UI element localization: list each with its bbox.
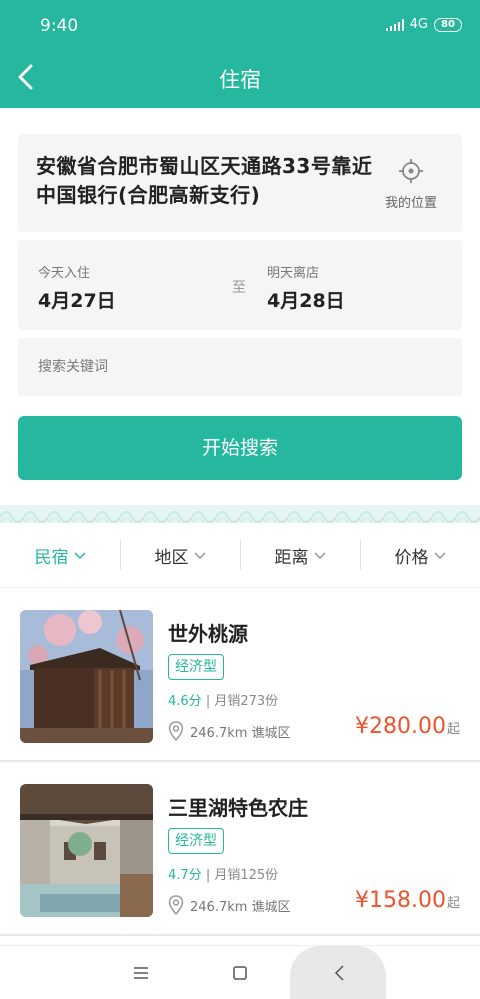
chevron-down-icon	[313, 551, 326, 559]
rating-score: 4.7分	[168, 868, 202, 883]
chevron-down-icon	[73, 551, 86, 559]
hotel-photo	[20, 784, 153, 917]
hotel-list-item[interactable]: 三里湖特色农庄 经济型 4.7分 | 月销125份 246.7km 谯城区 ¥1…	[0, 764, 480, 936]
distance-text: 246.7km 谯城区	[190, 725, 291, 741]
checkin-date[interactable]: 4月27日	[38, 286, 116, 313]
battery-icon: 80	[434, 17, 462, 32]
hotel-list-item[interactable]: 世外桃源 经济型 4.6分 | 月销273份 246.7km 谯城区 ¥280.…	[0, 590, 480, 762]
distance-text: 246.7km 谯城区	[190, 899, 291, 915]
hotel-photo	[20, 610, 153, 743]
checkin-label: 今天入住	[38, 266, 91, 281]
hotel-rating: 4.6分 | 月销273份	[168, 690, 278, 709]
hotel-type-tag: 经济型	[168, 654, 224, 680]
square-icon[interactable]	[225, 958, 255, 988]
location-text: 安徽省合肥市蜀山区天通路33号靠近中国银行(合肥高新支行)	[36, 154, 373, 207]
map-pin-icon	[168, 721, 184, 741]
system-navigation-bar	[0, 945, 480, 999]
start-search-button[interactable]: 开始搜索	[18, 416, 462, 480]
status-indicators: 4G 80	[385, 17, 462, 32]
chevron-left-icon[interactable]	[325, 958, 355, 988]
checkout-date[interactable]: 4月28日	[267, 286, 345, 313]
filter-label: 价格	[394, 548, 429, 568]
page-title: 住宿	[219, 68, 261, 92]
network-type: 4G	[409, 17, 428, 32]
lodging-page: 9:40 4G 80 住宿 安徽省合肥市蜀山区天通路33号靠近中国银行(合肥高新…	[0, 0, 480, 999]
filter-price[interactable]: 价格	[360, 524, 480, 587]
hotel-type-tag: 经济型	[168, 828, 224, 854]
date-separator: 至	[232, 280, 246, 296]
crosshair-icon	[399, 159, 423, 183]
monthly-sales: | 月销125份	[201, 868, 279, 883]
date-selector[interactable]: 今天入住 4月27日 至 明天离店 4月28日	[18, 240, 462, 330]
hotel-name: 世外桃源	[168, 622, 248, 646]
price-suffix: 起	[446, 896, 460, 911]
filter-homestay[interactable]: 民宿	[0, 524, 120, 587]
monthly-sales: | 月销273份	[201, 694, 279, 709]
filter-label: 地区	[154, 548, 189, 568]
filter-label: 民宿	[34, 548, 69, 568]
chevron-down-icon	[193, 551, 206, 559]
status-time: 9:40	[40, 16, 79, 36]
map-pin-icon	[168, 895, 184, 915]
hotel-price: ¥280.00起	[355, 714, 460, 739]
price-suffix: 起	[446, 722, 460, 737]
filter-bar: 民宿 地区 距离 价格	[0, 524, 480, 588]
rating-score: 4.6分	[168, 694, 202, 709]
hotel-name: 三里湖特色农庄	[168, 796, 308, 820]
app-header: 9:40 4G 80 住宿	[0, 0, 480, 108]
price-value: ¥280.00	[355, 714, 446, 739]
hotel-price: ¥158.00起	[355, 888, 460, 913]
checkout-label: 明天离店	[267, 266, 320, 281]
filter-region[interactable]: 地区	[120, 524, 240, 587]
chevron-down-icon	[433, 551, 446, 559]
decorative-wave-divider	[0, 505, 480, 523]
hotel-distance: 246.7km 谯城区	[168, 721, 291, 741]
location-selector[interactable]: 安徽省合肥市蜀山区天通路33号靠近中国银行(合肥高新支行) 我的位置	[18, 134, 462, 232]
my-location-label: 我的位置	[384, 196, 437, 211]
price-value: ¥158.00	[355, 888, 446, 913]
hotel-rating: 4.7分 | 月销125份	[168, 864, 278, 883]
filter-distance[interactable]: 距离	[240, 524, 360, 587]
filter-label: 距离	[274, 548, 309, 568]
signal-icon	[385, 18, 404, 31]
menu-icon[interactable]	[126, 958, 156, 988]
hotel-distance: 246.7km 谯城区	[168, 895, 291, 915]
my-location-button[interactable]: 我的位置	[376, 158, 446, 211]
keyword-search-input[interactable]	[18, 338, 462, 396]
status-bar: 9:40 4G 80	[0, 0, 480, 52]
